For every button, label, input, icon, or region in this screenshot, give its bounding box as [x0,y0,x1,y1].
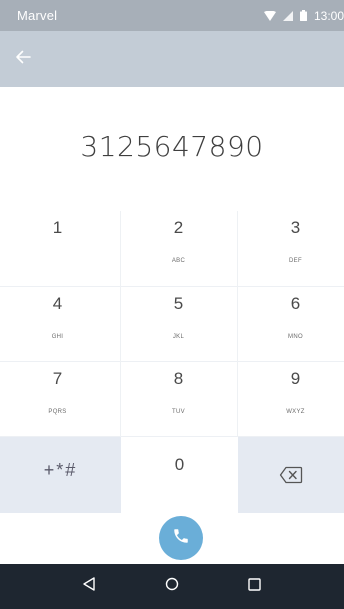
key-letters: TUV [172,409,185,415]
key-digit: 4 [52,294,63,313]
signal-icon [282,10,293,21]
dialed-number: 3125647890 [80,130,264,163]
key-digit: 2 [173,218,184,237]
call-button[interactable] [159,516,203,560]
key-5[interactable]: 5 JKL [121,287,236,362]
keypad-divider [0,361,344,362]
nav-home-button[interactable] [152,567,192,607]
back-button[interactable] [15,37,59,81]
recents-square-icon [248,577,261,596]
system-nav-bar [0,564,344,609]
battery-icon [299,10,307,21]
key-digit: 6 [290,294,301,313]
key-letters: WXYZ [286,409,305,415]
key-8[interactable]: 8 TUV [121,362,236,437]
wifi-icon [263,10,276,21]
key-digit: 3 [290,218,301,237]
status-time: 13:00 [313,8,344,23]
key-digit: 7 [52,369,63,388]
key-letters: DEF [289,258,302,264]
delete-button[interactable] [238,437,344,513]
key-letters: PQRS [48,409,67,415]
nav-recents-button[interactable] [235,567,275,607]
keypad-divider [0,436,344,437]
key-4[interactable]: 4 GHI [0,287,115,362]
arrow-left-icon [15,50,31,69]
keypad-divider [237,211,238,437]
key-digit: 8 [173,369,184,388]
key-digit: 0 [174,455,185,474]
keypad-divider [0,286,344,287]
symbols-key[interactable]: +*# [0,437,121,513]
back-triangle-icon [82,577,96,596]
key-2[interactable]: 2 ABC [121,211,236,286]
nav-back-button[interactable] [69,567,109,607]
key-3[interactable]: 3 DEF [238,211,344,286]
key-0[interactable]: 0 [121,437,238,513]
symbols-label: +*# [43,460,78,480]
key-letters: ABC [171,258,186,264]
backspace-icon [279,466,303,489]
key-letters: MNO [288,334,303,340]
status-icons: 13:00 [263,8,344,23]
app-bar [0,31,344,87]
key-9[interactable]: 9 WXYZ [238,362,344,437]
carrier-name: Marvel [17,8,58,23]
keypad-divider [120,211,121,437]
key-digit: 5 [173,294,184,313]
key-6[interactable]: 6 MNO [238,287,344,362]
key-digit: 9 [290,369,301,388]
home-circle-icon [165,577,179,596]
key-1[interactable]: 1 [0,211,115,286]
dial-keypad: 1 2 ABC 3 DEF 4 GHI 5 JKL 6 MNO 7 PQRS 8… [0,211,344,513]
key-letters: JKL [172,334,185,340]
key-letters: GHI [51,334,64,340]
status-bar: Marvel 13:00 [0,0,344,31]
key-7[interactable]: 7 PQRS [0,362,115,437]
phone-icon [172,527,190,550]
key-digit: 1 [52,218,63,237]
